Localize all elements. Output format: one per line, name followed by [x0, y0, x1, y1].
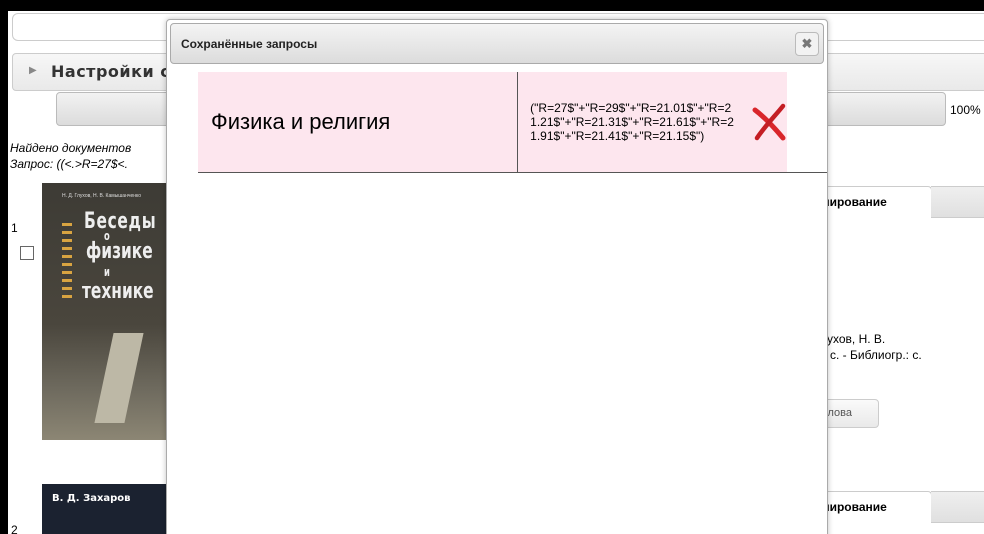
record-authors: лухов, Н. В. — [820, 332, 886, 346]
book-cover-image[interactable]: Н. Д. Глухов, Н. В. Камышанченко Беседы … — [42, 183, 167, 440]
expand-arrow-icon: ▶ — [29, 65, 37, 76]
book-cover-image[interactable]: В. Д. Захаров — [42, 484, 167, 534]
record-description: 0 с. - Библиогр.: с. — [820, 348, 922, 362]
cover-title-word: Беседы — [84, 209, 157, 234]
settings-label: Настройки с — [51, 62, 171, 81]
close-icon[interactable]: ✖ — [795, 32, 819, 56]
tab-bar — [931, 186, 984, 218]
tab-booking[interactable]: онирование — [812, 491, 932, 522]
query-expression-cell: ("R=27$"+"R=29$"+"R=21.01$"+"R=21.21$"+"… — [517, 72, 746, 173]
progress-percent: 100% — [950, 103, 981, 117]
result-number: 2 — [11, 523, 18, 534]
saved-query-row: Физика и религия ("R=27$"+"R=29$"+"R=21.… — [198, 72, 827, 173]
cover-title-word: физике — [86, 239, 153, 264]
query-text: Запрос: ((<.>R=27$<. — [10, 157, 128, 171]
result-checkbox[interactable] — [20, 246, 34, 260]
cover-illustration — [94, 333, 144, 423]
cover-authors: Н. Д. Глухов, Н. В. Камышанченко — [62, 193, 142, 199]
cover-title-word: и — [104, 265, 110, 279]
left-border — [0, 0, 8, 534]
query-expression: ("R=27$"+"R=29$"+"R=21.01$"+"R=21.21$"+"… — [530, 101, 734, 143]
tab-booking[interactable]: онирование — [812, 186, 932, 217]
row-spacer — [787, 72, 827, 173]
dialog-titlebar[interactable]: Сохранённые запросы ✖ — [170, 23, 824, 64]
cover-title-word: технике — [82, 279, 154, 304]
page: ▶ Настройки с 100% Найдено документов За… — [0, 0, 984, 534]
delete-x-icon[interactable] — [749, 102, 789, 142]
saved-queries-dialog: Сохранённые запросы ✖ Физика и религия (… — [166, 19, 828, 534]
query-name-link[interactable]: Физика и религия — [198, 72, 518, 173]
result-number: 1 — [11, 221, 18, 235]
cover-decoration — [62, 223, 72, 303]
dialog-title: Сохранённые запросы — [181, 37, 318, 51]
saved-queries-table: Физика и религия ("R=27$"+"R=29$"+"R=21.… — [198, 72, 827, 173]
delete-query-cell — [745, 72, 789, 173]
tab-bar — [931, 491, 984, 523]
cover-author: В. Д. Захаров — [52, 493, 131, 504]
found-documents-text: Найдено документов — [10, 141, 132, 155]
top-border — [0, 0, 984, 11]
